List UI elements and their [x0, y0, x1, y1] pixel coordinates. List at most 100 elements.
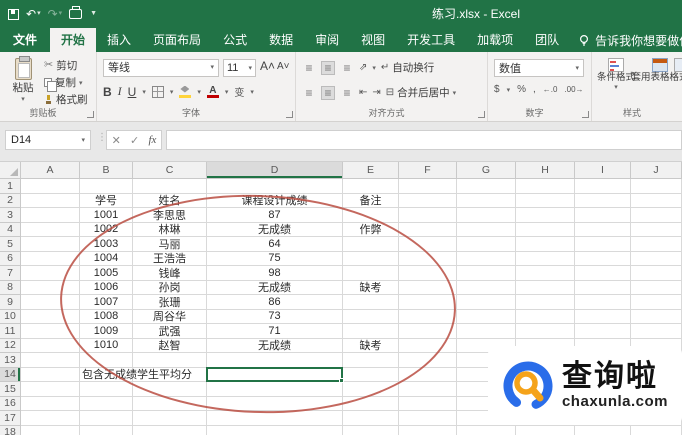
select-all-corner[interactable]	[0, 162, 21, 179]
cell-F7[interactable]	[399, 266, 457, 281]
cell-A9[interactable]	[21, 295, 80, 310]
cell-G5[interactable]	[457, 237, 516, 252]
align-top-icon[interactable]: ≡	[302, 62, 316, 74]
cell-J3[interactable]	[631, 208, 682, 223]
row-header-17[interactable]: 17	[0, 411, 21, 426]
cell-F17[interactable]	[399, 411, 457, 426]
cell-E17[interactable]	[343, 411, 399, 426]
cell-G10[interactable]	[457, 309, 516, 324]
tab-公式[interactable]: 公式	[212, 28, 258, 52]
cell-B2[interactable]: 学号	[80, 193, 133, 208]
row-header-18[interactable]: 18	[0, 425, 21, 435]
cell-G9[interactable]	[457, 295, 516, 310]
row-header-16[interactable]: 16	[0, 396, 21, 411]
cell-C12[interactable]: 赵智	[133, 338, 207, 353]
cell-I8[interactable]	[575, 280, 631, 295]
enter-button[interactable]: ✓	[130, 134, 139, 147]
comma-format-icon[interactable]: ,	[533, 84, 536, 95]
cell-H8[interactable]	[516, 280, 575, 295]
tab-加载项[interactable]: 加载项	[466, 28, 524, 52]
selected-cell-D14[interactable]	[206, 366, 344, 383]
row-header-8[interactable]: 8	[0, 280, 21, 295]
cell-D4[interactable]: 无成绩	[207, 222, 343, 237]
row-header-4[interactable]: 4	[0, 222, 21, 237]
cut-button[interactable]: ✂ 剪切	[44, 59, 88, 73]
shrink-font-button[interactable]: A˅	[277, 61, 290, 72]
cell-E14[interactable]	[343, 367, 399, 382]
cell-D5[interactable]: 64	[207, 237, 343, 252]
cell-D12[interactable]: 无成绩	[207, 338, 343, 353]
number-dialog-launcher[interactable]	[582, 111, 589, 118]
save-button[interactable]	[8, 8, 19, 20]
customize-qat-button[interactable]: ▼	[89, 4, 97, 24]
cell-B15[interactable]	[80, 382, 133, 397]
cell-E13[interactable]	[343, 353, 399, 368]
cell-A17[interactable]	[21, 411, 80, 426]
paste-dropdown-icon[interactable]: ▾	[21, 95, 25, 103]
cell-I1[interactable]	[575, 179, 631, 194]
tab-file[interactable]: 文件	[0, 28, 50, 52]
cell-B11[interactable]: 1009	[80, 324, 133, 339]
cell-C13[interactable]	[133, 353, 207, 368]
cell-B8[interactable]: 1006	[80, 280, 133, 295]
cell-D8[interactable]: 无成绩	[207, 280, 343, 295]
number-format-dropdown[interactable]: 数值 ▾	[494, 59, 584, 77]
cell-I7[interactable]	[575, 266, 631, 281]
cell-C15[interactable]	[133, 382, 207, 397]
cell-E10[interactable]	[343, 309, 399, 324]
cell-G6[interactable]	[457, 251, 516, 266]
cell-F14[interactable]	[399, 367, 457, 382]
cell-B3[interactable]: 1001	[80, 208, 133, 223]
formula-input[interactable]	[166, 130, 682, 150]
cell-A12[interactable]	[21, 338, 80, 353]
cell-B6[interactable]: 1004	[80, 251, 133, 266]
cell-A2[interactable]	[21, 193, 80, 208]
cell-H5[interactable]	[516, 237, 575, 252]
cell-A3[interactable]	[21, 208, 80, 223]
tab-团队[interactable]: 团队	[524, 28, 570, 52]
cell-D10[interactable]: 73	[207, 309, 343, 324]
cell-J8[interactable]	[631, 280, 682, 295]
cell-G3[interactable]	[457, 208, 516, 223]
cell-I10[interactable]	[575, 309, 631, 324]
font-color-icon[interactable]: A	[206, 85, 219, 98]
cell-A8[interactable]	[21, 280, 80, 295]
undo-button[interactable]: ↶ ▾	[26, 4, 41, 24]
cell-D13[interactable]	[207, 353, 343, 368]
row-header-7[interactable]: 7	[0, 266, 21, 281]
cell-C17[interactable]	[133, 411, 207, 426]
cell-H4[interactable]	[516, 222, 575, 237]
cell-F4[interactable]	[399, 222, 457, 237]
cell-I18[interactable]	[575, 425, 631, 435]
cell-H3[interactable]	[516, 208, 575, 223]
cell-F3[interactable]	[399, 208, 457, 223]
row-header-6[interactable]: 6	[0, 251, 21, 266]
fill-color-icon[interactable]	[179, 86, 192, 98]
cell-H2[interactable]	[516, 193, 575, 208]
cell-F5[interactable]	[399, 237, 457, 252]
cell-F8[interactable]	[399, 280, 457, 295]
cell-E6[interactable]	[343, 251, 399, 266]
tab-开始[interactable]: 开始	[50, 28, 97, 52]
row-header-14[interactable]: 14	[0, 367, 21, 382]
column-header-B[interactable]: B	[80, 162, 133, 179]
grow-font-button[interactable]: A˄	[260, 59, 275, 73]
row-header-13[interactable]: 13	[0, 353, 21, 368]
row-header-10[interactable]: 10	[0, 309, 21, 324]
cell-J9[interactable]	[631, 295, 682, 310]
cell-F2[interactable]	[399, 193, 457, 208]
cell-I2[interactable]	[575, 193, 631, 208]
cell-J11[interactable]	[631, 324, 682, 339]
row-header-1[interactable]: 1	[0, 179, 21, 194]
cell-H10[interactable]	[516, 309, 575, 324]
decrease-indent-icon[interactable]: ⇤	[359, 87, 367, 98]
cell-J1[interactable]	[631, 179, 682, 194]
redo-button[interactable]: ↷ ▾	[48, 4, 63, 24]
cell-J18[interactable]	[631, 425, 682, 435]
row-header-5[interactable]: 5	[0, 237, 21, 252]
cell-J10[interactable]	[631, 309, 682, 324]
font-size-dropdown[interactable]: 11 ▾	[223, 59, 256, 77]
align-center-icon[interactable]: ≡	[321, 85, 335, 100]
tab-视图[interactable]: 视图	[350, 28, 396, 52]
cell-C16[interactable]	[133, 396, 207, 411]
